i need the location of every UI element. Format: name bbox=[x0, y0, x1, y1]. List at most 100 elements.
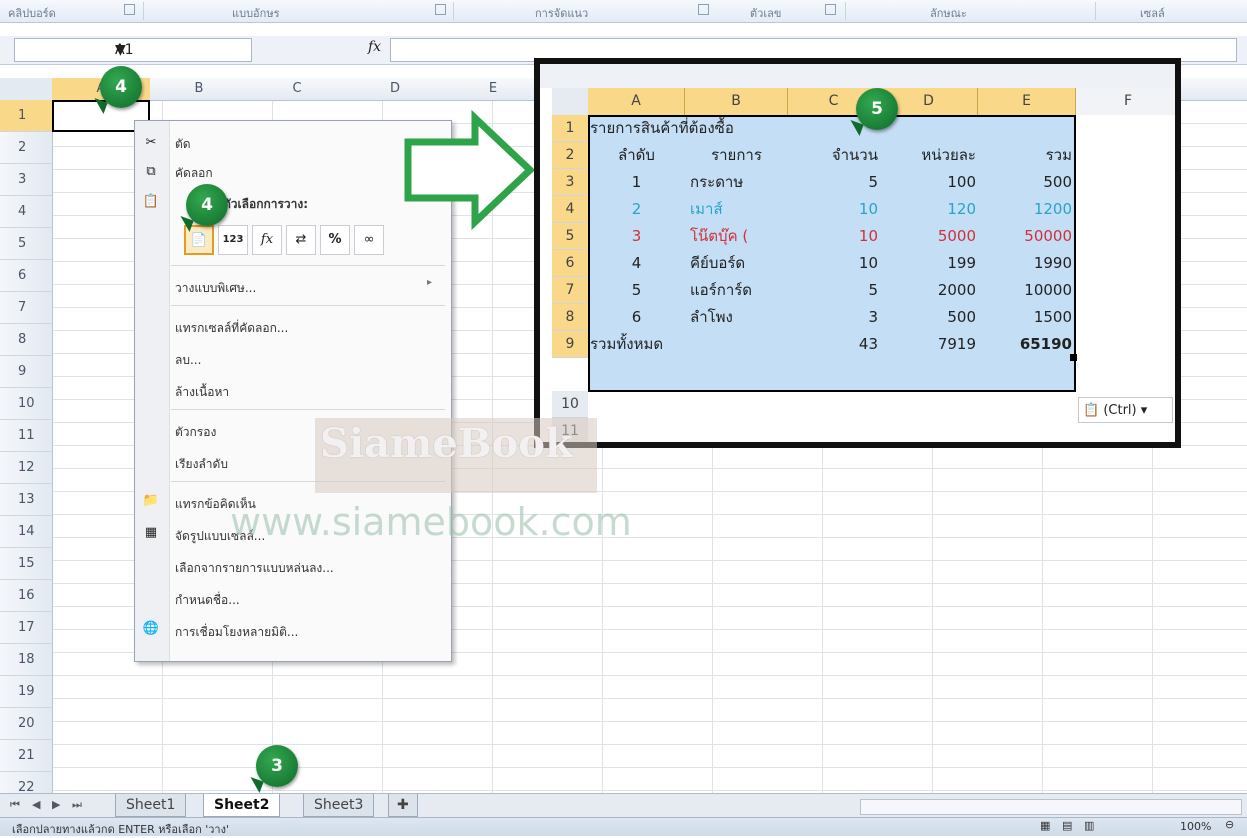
status-bar: เลือกปลายทางแล้วกด ENTER หรือเลือก 'วาง'… bbox=[0, 817, 1247, 836]
chevron-down-icon[interactable]: ▼ bbox=[115, 42, 126, 58]
table-header-cell: จำนวน bbox=[831, 146, 878, 164]
ribbon-group-styles: ลักษณะ bbox=[930, 7, 967, 20]
row-header[interactable]: 2 bbox=[0, 132, 52, 164]
menu-item-clear-contents[interactable]: ล้างเนื้อหา bbox=[175, 383, 229, 402]
row-header[interactable]: 16 bbox=[0, 580, 52, 612]
ribbon-separator bbox=[453, 2, 454, 20]
row-header[interactable]: 3 bbox=[0, 164, 52, 196]
menu-item-hyperlink[interactable]: การเชื่อมโยงหลายมิติ... bbox=[175, 623, 298, 642]
row-header[interactable]: 10 bbox=[0, 388, 52, 420]
menu-item-define-name[interactable]: กำหนดชื่อ... bbox=[175, 591, 240, 610]
table-cell-total: 50000 bbox=[1024, 227, 1072, 245]
inset-row-header: 8 bbox=[552, 304, 588, 331]
row-header[interactable]: 12 bbox=[0, 452, 52, 484]
column-header-b[interactable]: B bbox=[150, 81, 248, 96]
menu-item-cut[interactable]: ตัด bbox=[175, 135, 191, 154]
formatting-icon[interactable]: % bbox=[320, 225, 350, 255]
fill-handle[interactable] bbox=[1070, 354, 1077, 361]
menu-item-sort[interactable]: เรียงลำดับ bbox=[175, 455, 228, 474]
row-header[interactable]: 8 bbox=[0, 324, 52, 356]
row-header[interactable]: 11 bbox=[0, 420, 52, 452]
table-cell-total: 1500 bbox=[1033, 308, 1072, 326]
menu-item-pick-from-list[interactable]: เลือกจากรายการแบบหล่นลง... bbox=[175, 559, 334, 578]
next-sheet-icon[interactable]: ▶ bbox=[52, 798, 60, 811]
table-cell-unit: 120 bbox=[947, 200, 976, 218]
zoom-out-icon[interactable]: ⊖ bbox=[1225, 818, 1234, 831]
row-header[interactable]: 17 bbox=[0, 612, 52, 644]
menu-separator bbox=[171, 305, 445, 306]
table-cell-no: 2 bbox=[631, 200, 642, 218]
row-header[interactable]: 21 bbox=[0, 740, 52, 772]
row-header[interactable]: 7 bbox=[0, 292, 52, 324]
inset-row-header: 9 bbox=[552, 331, 588, 358]
row-header[interactable]: 20 bbox=[0, 708, 52, 740]
row-header[interactable]: 9 bbox=[0, 356, 52, 388]
row-header[interactable]: 6 bbox=[0, 260, 52, 292]
inset-column-header-e: E bbox=[978, 88, 1076, 115]
comment-folder-icon: 📁 bbox=[142, 493, 160, 508]
row-header[interactable]: 22 bbox=[0, 772, 52, 793]
inset-row-header: 1 bbox=[552, 115, 588, 142]
dialog-launcher-icon[interactable] bbox=[825, 4, 836, 15]
table-cell-no: 3 bbox=[631, 227, 642, 245]
step-badge: 4 bbox=[100, 66, 142, 108]
dialog-launcher-icon[interactable] bbox=[124, 4, 135, 15]
table-cell-name: กระดาษ bbox=[690, 173, 744, 191]
name-box[interactable]: A1 ▼ bbox=[14, 38, 252, 62]
horizontal-scrollbar[interactable] bbox=[860, 799, 1242, 815]
select-all-corner[interactable] bbox=[0, 78, 52, 100]
inset-row-header: 5 bbox=[552, 223, 588, 250]
inset-row-header: 3 bbox=[552, 169, 588, 196]
table-cell-qty: 10 bbox=[858, 227, 878, 245]
first-sheet-icon[interactable]: ⏮ bbox=[10, 798, 20, 812]
copy-icon: ⧉ bbox=[146, 164, 156, 179]
row-header[interactable]: 1 bbox=[0, 100, 52, 132]
column-header-e[interactable]: E bbox=[444, 81, 542, 96]
table-header-cell: หน่วยละ bbox=[921, 146, 976, 164]
tab-sheet2[interactable]: Sheet2 bbox=[203, 794, 281, 817]
table-header-cell: รวม bbox=[1045, 146, 1072, 164]
row-header[interactable]: 18 bbox=[0, 644, 52, 676]
table-cell-no: 1 bbox=[631, 173, 642, 191]
menu-item-paste-special[interactable]: วางแบบพิเศษ... bbox=[175, 279, 256, 298]
ribbon-separator bbox=[143, 2, 144, 20]
values-icon[interactable]: 123 bbox=[218, 225, 248, 255]
menu-item-copy[interactable]: คัดลอก bbox=[175, 164, 213, 183]
row-header[interactable]: 13 bbox=[0, 484, 52, 516]
dialog-launcher-icon[interactable] bbox=[435, 4, 446, 15]
menu-item-insert-copied-cells[interactable]: แทรกเซลล์ที่คัดลอก... bbox=[175, 319, 288, 338]
watermark-url: www.siamebook.com bbox=[230, 500, 632, 544]
row-header[interactable]: 15 bbox=[0, 548, 52, 580]
menu-item-delete[interactable]: ลบ... bbox=[175, 351, 201, 370]
row-header[interactable]: 4 bbox=[0, 196, 52, 228]
page-layout-icon[interactable]: ▤ bbox=[1062, 819, 1072, 832]
inset-top-strip bbox=[540, 64, 1175, 88]
row-header[interactable]: 19 bbox=[0, 676, 52, 708]
column-header-d[interactable]: D bbox=[346, 81, 444, 96]
inset-corner bbox=[552, 88, 588, 115]
tab-sheet3[interactable]: Sheet3 bbox=[303, 794, 375, 817]
formulas-icon[interactable]: fx bbox=[252, 225, 282, 255]
tab-sheet1[interactable]: Sheet1 bbox=[115, 794, 187, 817]
insert-function-icon[interactable]: fx bbox=[368, 39, 381, 55]
menu-separator bbox=[171, 265, 445, 266]
ribbon-group-alignment: การจัดแนว bbox=[535, 7, 589, 20]
prev-sheet-icon[interactable]: ◀ bbox=[32, 798, 40, 811]
table-cell-name: โน๊ตบุ๊ค ( bbox=[690, 227, 749, 245]
paste-options-button[interactable]: 📋 (Ctrl) ▾ bbox=[1078, 397, 1173, 423]
paste-link-icon[interactable]: ∞ bbox=[354, 225, 384, 255]
total-label-cell: รวมทั้งหมด bbox=[590, 335, 664, 353]
row-header[interactable]: 14 bbox=[0, 516, 52, 548]
transpose-icon[interactable]: ⇄ bbox=[286, 225, 316, 255]
normal-view-icon[interactable]: ▦ bbox=[1040, 819, 1050, 832]
scissors-icon: ✂ bbox=[145, 135, 157, 150]
dialog-launcher-icon[interactable] bbox=[698, 4, 709, 15]
column-header-c[interactable]: C bbox=[248, 81, 346, 96]
menu-item-filter[interactable]: ตัวกรอง bbox=[175, 423, 216, 442]
page-break-icon[interactable]: ▥ bbox=[1084, 819, 1094, 832]
total-unit-cell: 7919 bbox=[937, 335, 976, 353]
last-sheet-icon[interactable]: ⏭ bbox=[72, 798, 82, 812]
table-cell-total: 10000 bbox=[1024, 281, 1072, 299]
insert-sheet-icon[interactable]: ✚ bbox=[388, 794, 418, 817]
row-header[interactable]: 5 bbox=[0, 228, 52, 260]
